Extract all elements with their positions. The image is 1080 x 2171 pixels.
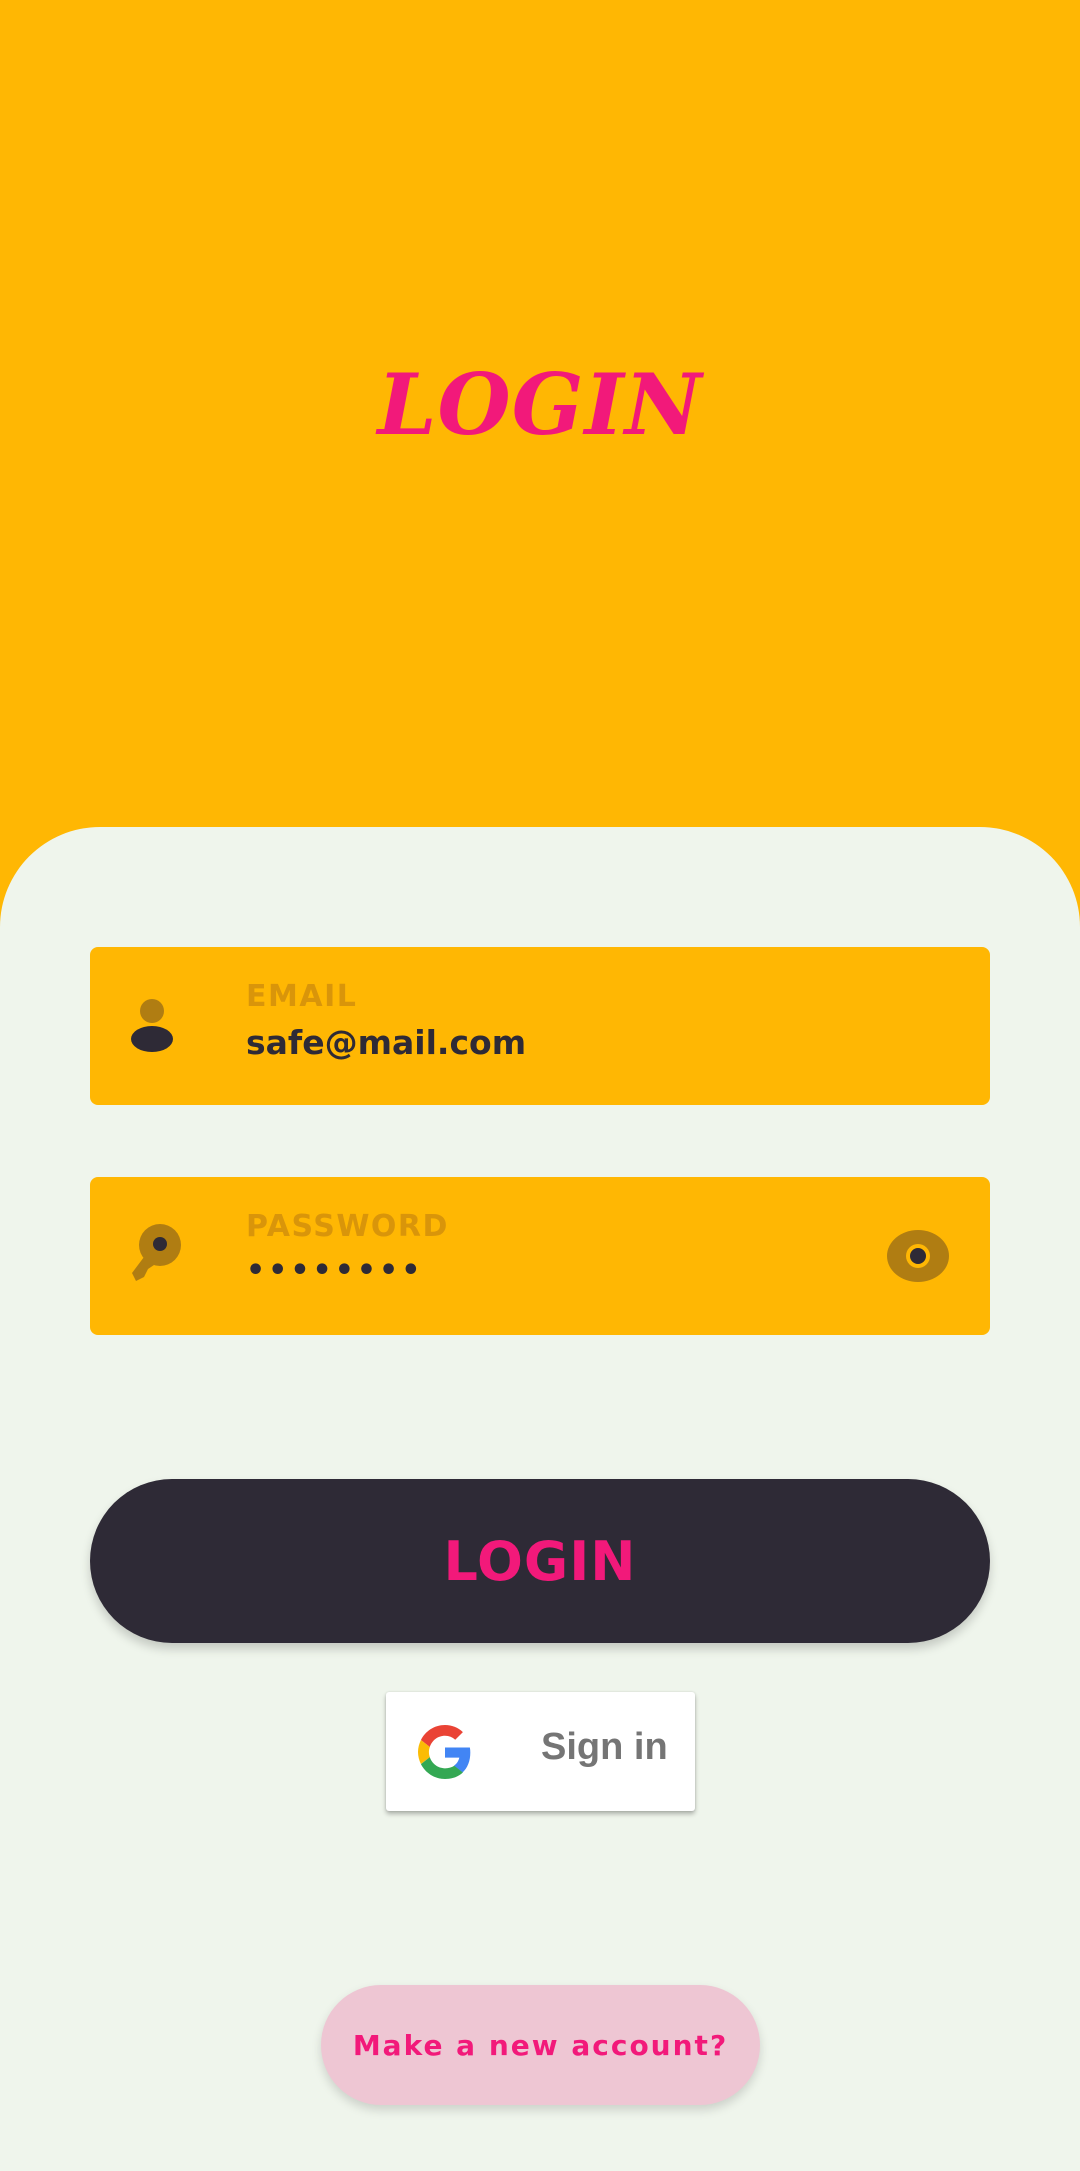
- password-label: PASSWORD: [246, 1209, 449, 1244]
- key-icon: [132, 1224, 181, 1281]
- email-input[interactable]: safe@mail.com: [246, 1023, 526, 1062]
- email-field[interactable]: EMAIL safe@mail.com: [90, 947, 990, 1105]
- password-field[interactable]: PASSWORD ••••••••: [90, 1177, 990, 1335]
- email-label: EMAIL: [246, 979, 358, 1014]
- password-input[interactable]: ••••••••: [246, 1253, 423, 1288]
- eye-icon[interactable]: [886, 1227, 950, 1285]
- google-sign-in-label: Sign in: [541, 1726, 668, 1768]
- login-button[interactable]: LOGIN: [90, 1479, 990, 1643]
- google-icon: [418, 1725, 471, 1779]
- google-sign-in-button[interactable]: Sign in: [386, 1692, 695, 1811]
- page-title: LOGIN: [377, 355, 703, 454]
- header-banner: LOGIN: [0, 0, 1080, 830]
- new-account-button[interactable]: Make a new account?: [321, 1985, 760, 2105]
- user-icon: [131, 999, 173, 1052]
